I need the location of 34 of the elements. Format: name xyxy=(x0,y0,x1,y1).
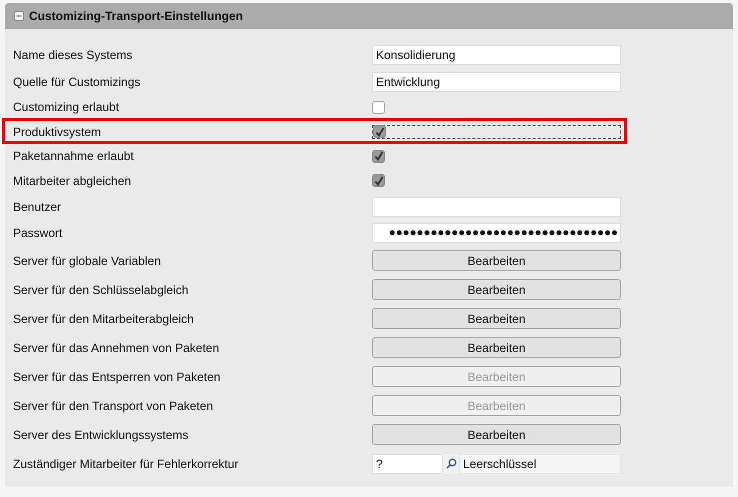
panel-title: Customizing-Transport-Einstellungen xyxy=(29,9,244,23)
edit-button[interactable]: Bearbeiten xyxy=(372,337,621,358)
field-label: Mitarbeiter abgleichen xyxy=(13,174,132,188)
checkbox[interactable] xyxy=(372,150,385,163)
edit-button[interactable]: Bearbeiten xyxy=(372,279,621,300)
search-icon[interactable] xyxy=(446,458,456,469)
field-label: Benutzer xyxy=(13,200,62,214)
edit-button[interactable]: Bearbeiten xyxy=(372,308,621,329)
field-label: Passwort xyxy=(13,226,64,240)
input-field[interactable]: ? xyxy=(372,454,443,474)
collapse-icon[interactable] xyxy=(14,11,24,21)
field-label: Server für das Annehmen von Paketen xyxy=(13,340,220,354)
field-label: Server für globale Variablen xyxy=(13,254,162,268)
field-label: Server für den Mitarbeiterabgleich xyxy=(13,312,195,326)
text-field[interactable]: Entwicklung xyxy=(372,72,621,92)
field-label: Paketannahme erlaubt xyxy=(13,149,135,164)
text-field[interactable]: Konsolidierung xyxy=(372,44,621,64)
field-label: Server für den Transport von Paketen xyxy=(13,398,214,412)
password-field[interactable]: ●●●●●●●●●●●●●●●●●●●●●●●●●●●●●●●●● xyxy=(372,223,621,243)
checkbox[interactable] xyxy=(373,125,386,138)
field-label: Name dieses Systems xyxy=(13,48,134,62)
field-label: Customizing erlaubt xyxy=(13,100,120,114)
checkbox[interactable] xyxy=(372,100,385,114)
text-field[interactable] xyxy=(372,196,621,216)
field-label: Server für das Entsperren von Paketen xyxy=(13,370,222,384)
field-label: Quelle für Customizings xyxy=(13,74,142,88)
description-field: Leerschlüssel xyxy=(459,454,621,474)
edit-button[interactable]: Bearbeiten xyxy=(372,250,621,271)
edit-button[interactable]: Bearbeiten xyxy=(372,424,621,445)
field-label: Server für den Schlüsselabgleich xyxy=(13,282,190,296)
field-label: Server des Entwicklungssystems xyxy=(13,428,190,442)
checkbox[interactable] xyxy=(372,174,385,188)
field-label: Produktivsystem xyxy=(13,124,102,139)
field-label: Zuständiger Mitarbeiter für Fehlerkorrektur xyxy=(13,456,240,470)
